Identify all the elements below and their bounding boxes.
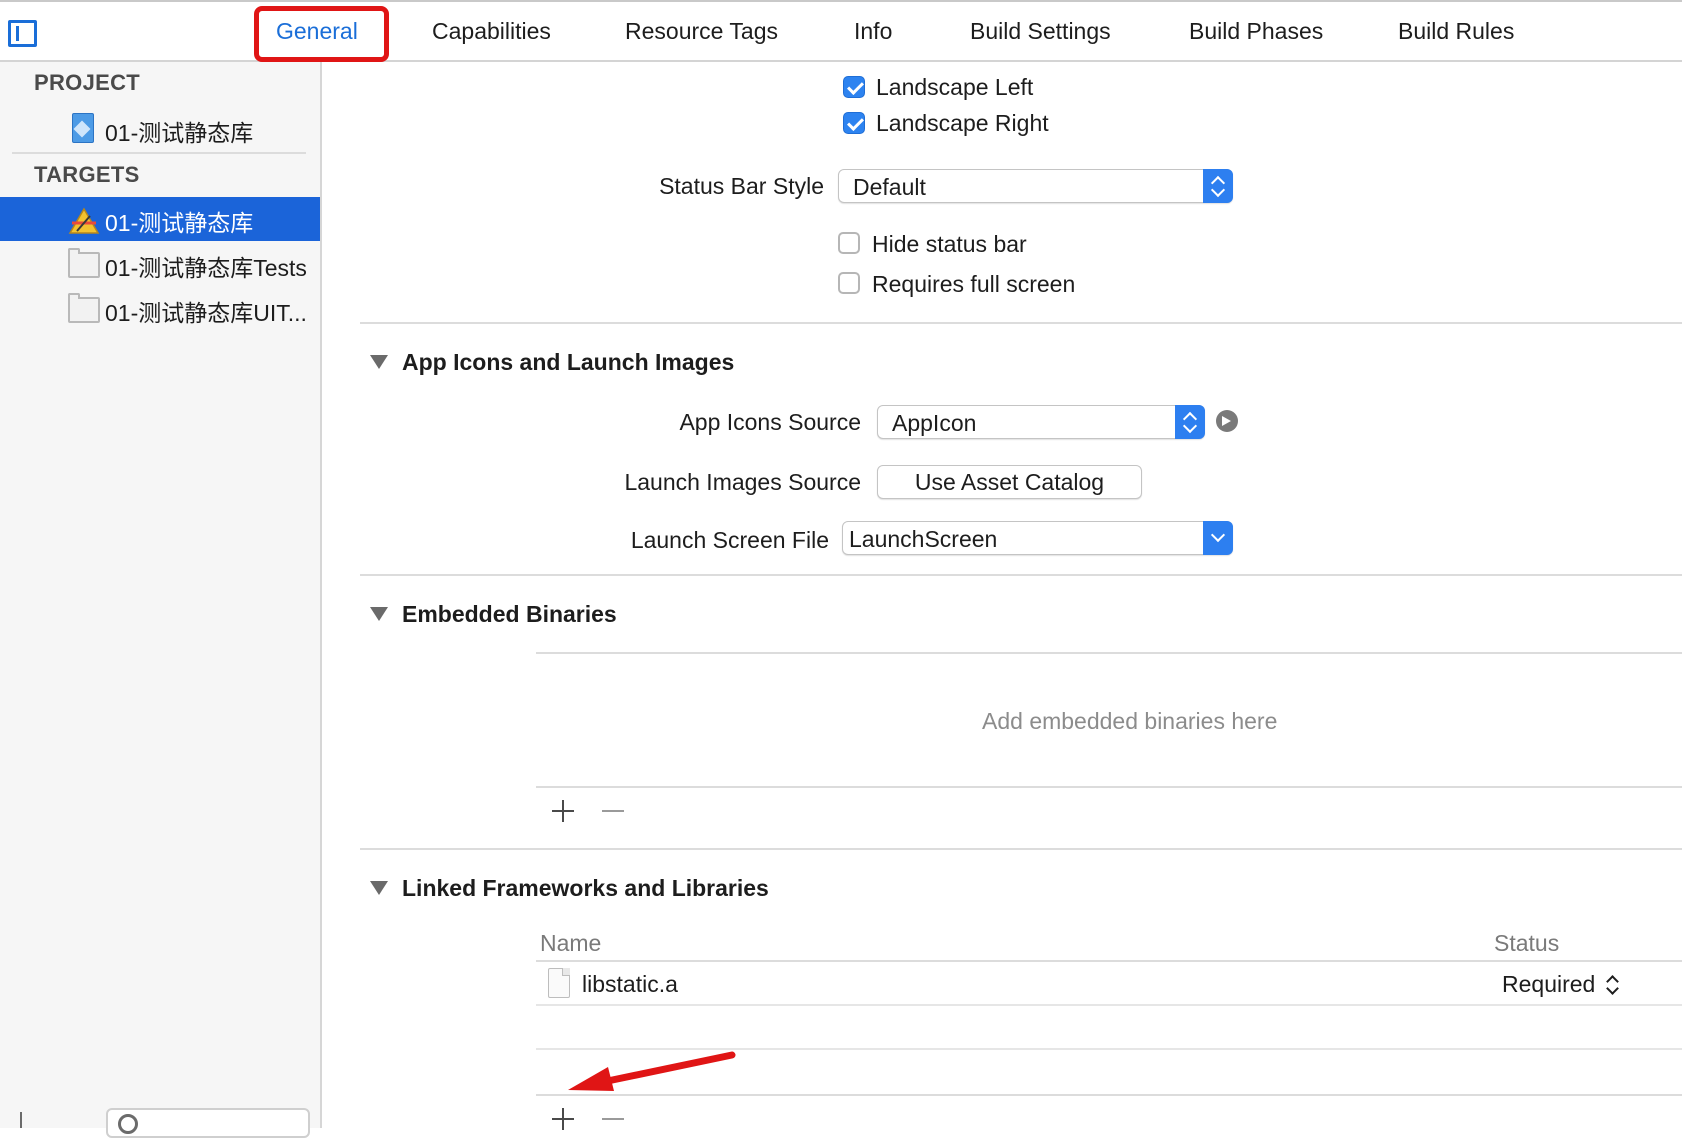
project-navigator-sidebar: PROJECT 01-测试静态库 TARGETS 01-测试静态库 01-测试静… [0, 62, 322, 1128]
filter-icon [118, 1114, 138, 1134]
table-row-border [536, 1004, 1682, 1006]
add-embedded-binary-icon[interactable] [552, 800, 574, 822]
test-bundle-icon [68, 248, 100, 278]
requires-full-screen-label: Requires full screen [872, 271, 1076, 297]
go-to-arrow-icon[interactable] [1216, 410, 1238, 432]
add-framework-icon[interactable] [552, 1108, 574, 1130]
app-target-icon [68, 207, 100, 234]
remove-embedded-binary-icon[interactable] [602, 810, 624, 812]
column-header-name[interactable]: Name [540, 930, 601, 957]
targets-header: TARGETS [34, 162, 140, 187]
file-icon [548, 968, 570, 998]
app-icons-source-label: App Icons Source [679, 409, 861, 435]
table-bottom-border [536, 786, 1682, 788]
requires-full-screen-checkbox[interactable] [838, 272, 860, 294]
hide-status-bar-checkbox[interactable] [838, 232, 860, 254]
app-icons-section-title: App Icons and Launch Images [402, 349, 735, 375]
section-divider [360, 574, 1682, 576]
landscape-right-checkbox[interactable] [843, 112, 865, 134]
sidebar-item-target-tests[interactable]: 01-测试静态库Tests [0, 242, 320, 286]
sidebar-item-label: 01-测试静态库 [105, 120, 254, 146]
table-row[interactable]: libstatic.a Required [536, 962, 1682, 1004]
status-bar-style-value: Default [853, 174, 926, 200]
linked-frameworks-section-title: Linked Frameworks and Libraries [402, 875, 769, 901]
launch-screen-file-label: Launch Screen File [630, 527, 829, 553]
disclosure-triangle-icon[interactable] [370, 881, 388, 895]
tab-resource-tags[interactable]: Resource Tags [625, 18, 778, 45]
app-icons-source-value: AppIcon [892, 410, 977, 436]
launch-images-source-label: Launch Images Source [624, 469, 861, 495]
sidebar-item-target-uitests[interactable]: 01-测试静态库UIT... [0, 287, 320, 331]
tab-build-rules[interactable]: Build Rules [1398, 18, 1514, 45]
hide-status-bar-label: Hide status bar [872, 231, 1027, 257]
embedded-binaries-placeholder: Add embedded binaries here [982, 708, 1278, 734]
annotation-arrow-icon [568, 1051, 736, 1091]
section-divider [360, 848, 1682, 850]
status-bar-style-popup[interactable]: Default [838, 169, 1233, 203]
embedded-binaries-section-title: Embedded Binaries [402, 601, 617, 627]
tab-build-phases[interactable]: Build Phases [1189, 18, 1323, 45]
top-border [0, 0, 1682, 2]
disclosure-triangle-icon[interactable] [370, 355, 388, 369]
landscape-left-label: Landscape Left [876, 74, 1034, 100]
launch-screen-file-combobox[interactable]: LaunchScreen [842, 521, 1233, 555]
section-divider [360, 322, 1682, 324]
tab-info[interactable]: Info [854, 18, 892, 45]
table-top-border [536, 652, 1682, 654]
chevron-down-icon [1203, 521, 1233, 555]
landscape-left-checkbox[interactable] [843, 76, 865, 98]
up-down-arrows-icon [1203, 169, 1233, 203]
launch-screen-file-value: LaunchScreen [849, 526, 998, 552]
sidebar-add-icon[interactable] [20, 1112, 22, 1128]
project-header: PROJECT [34, 70, 141, 95]
up-down-arrows-icon[interactable] [1605, 972, 1619, 996]
column-header-status[interactable]: Status [1494, 930, 1559, 957]
sidebar-toggle-icon[interactable] [8, 20, 37, 47]
sidebar-item-label: 01-测试静态库 [105, 210, 254, 236]
ui-test-bundle-icon [68, 293, 100, 323]
sidebar-divider [12, 152, 306, 154]
tab-capabilities[interactable]: Capabilities [432, 18, 551, 45]
sidebar-item-target-app[interactable]: 01-测试静态库 [0, 197, 320, 241]
sidebar-item-project[interactable]: 01-测试静态库 [0, 107, 320, 151]
sidebar-item-label: 01-测试静态库UIT... [105, 300, 307, 326]
landscape-right-label: Landscape Right [876, 110, 1049, 136]
library-name: libstatic.a [582, 971, 678, 997]
disclosure-triangle-icon[interactable] [370, 607, 388, 621]
remove-framework-icon[interactable] [602, 1118, 624, 1120]
tab-build-settings[interactable]: Build Settings [970, 18, 1111, 45]
up-down-arrows-icon [1175, 405, 1205, 439]
status-bar-style-label: Status Bar Style [659, 173, 824, 199]
annotation-highlight-box [254, 6, 389, 62]
project-file-icon [72, 113, 94, 143]
sidebar-item-label: 01-测试静态库Tests [105, 255, 307, 281]
app-icons-source-popup[interactable]: AppIcon [877, 405, 1205, 439]
use-asset-catalog-button[interactable]: Use Asset Catalog [877, 465, 1142, 499]
library-status[interactable]: Required [1502, 971, 1595, 998]
